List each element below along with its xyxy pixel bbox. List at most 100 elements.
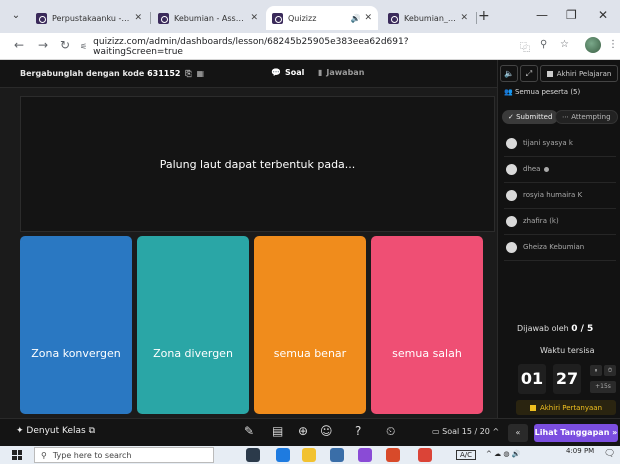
taskbar-search-input[interactable]: ⚲ Type here to search (34, 447, 214, 463)
edge-icon[interactable] (276, 448, 290, 462)
tab-title: Quizizz (288, 13, 317, 23)
join-prefix: Bergabunglah dengan kode (20, 69, 145, 78)
profile-avatar[interactable] (585, 37, 601, 53)
participant-name: Gheiza Kebumian (523, 243, 585, 251)
minimize-icon[interactable]: — (536, 8, 548, 22)
site-settings-icon[interactable]: ⚟ (80, 42, 87, 51)
whiteboard-icon[interactable]: ▤ (272, 424, 283, 438)
previous-question-button[interactable]: « (508, 424, 528, 442)
translate-icon[interactable]: ⿻ (520, 39, 530, 54)
browser-tab-strip: ⌄ Perpustakaanku - Quizizz ✕ Kebumian - … (0, 0, 620, 33)
participant-row: zhafira (k) (506, 214, 559, 228)
people-icon: 👥 (504, 88, 513, 96)
timer-seconds: 27 (553, 364, 581, 394)
search-placeholder: Type here to search (52, 450, 132, 460)
answered-value: 0 / 5 (571, 324, 594, 334)
input-language-indicator[interactable]: A/C (456, 450, 477, 460)
app-icon[interactable] (386, 448, 400, 462)
tab-soal-label: Soal (284, 68, 305, 77)
tab-jawaban-label: Jawaban (326, 68, 365, 77)
view-responses-button[interactable]: Lihat Tanggapan » (534, 424, 618, 442)
new-tab-plus-icon[interactable]: + (478, 8, 490, 24)
qr-code-icon[interactable]: ▦ (196, 69, 204, 78)
timer-tool-icon[interactable]: ⏲ (386, 424, 395, 439)
external-link-icon: ⧉ (88, 426, 96, 436)
add-time-button[interactable]: +15s (590, 381, 616, 393)
task-view-icon[interactable] (246, 448, 260, 462)
tab-quizizz-active[interactable]: Quizizz 🔊 ✕ (266, 6, 378, 30)
store-icon[interactable] (330, 448, 344, 462)
filter-attempting-label: Attempting (571, 113, 611, 121)
end-question-button[interactable]: Akhiri Pertanyaan (516, 400, 616, 415)
participant-name: rosyia humaira K (523, 191, 583, 199)
avatar (506, 137, 517, 149)
all-participants-label: 👥 Semua peserta (5) (504, 88, 580, 96)
class-pulse-label: Denyut Kelas (26, 426, 86, 436)
pause-timer-icon[interactable]: ⏸ (590, 365, 602, 376)
class-pulse-button[interactable]: ✦ Denyut Kelas ⧉ (16, 426, 95, 436)
close-icon[interactable]: ✕ (250, 13, 258, 23)
speaker-icon[interactable]: 🔊 (350, 14, 360, 23)
filter-submitted[interactable]: ✓ Submitted (502, 110, 559, 124)
tab-soal[interactable]: 💬 Soal (271, 68, 304, 77)
avatar (506, 189, 517, 201)
divider (504, 260, 616, 261)
join-code-label: Bergabunglah dengan kode 631152 ⎘ ▦ (20, 69, 204, 79)
tab-title: Kebumian_mineral dan (404, 13, 456, 23)
quizizz-favicon-icon (158, 12, 169, 24)
question-card: Palung laut dapat terbentuk pada... (20, 96, 495, 232)
forward-arrow-icon[interactable]: → (38, 38, 48, 52)
reactions-icon[interactable]: ☺ (320, 424, 333, 438)
answered-count: Dijawab oleh 0 / 5 (517, 324, 593, 334)
close-icon[interactable]: ✕ (460, 13, 468, 23)
kebab-menu-icon[interactable]: ⋮ (608, 39, 618, 50)
help-icon[interactable]: ? (355, 424, 361, 438)
answer-option-label: semua benar (273, 346, 347, 360)
bookmark-star-icon[interactable]: ☆ (560, 39, 569, 50)
taskbar-clock[interactable]: 4:09 PM (566, 447, 594, 455)
url-omnibox[interactable]: ⚟ quizizz.com/admin/dashboards/lesson/68… (80, 37, 490, 57)
tray-icons[interactable]: ^ ☁ ◍ 🔊 (486, 450, 520, 458)
address-bar: ← → ↻ ⚟ quizizz.com/admin/dashboards/les… (0, 33, 620, 60)
stop-square-icon (546, 70, 553, 77)
participant-row: dhea (506, 162, 550, 176)
timer-minutes: 01 (518, 364, 546, 394)
reload-icon[interactable]: ↻ (60, 38, 70, 52)
tab-jawaban[interactable]: ▮ Jawaban (318, 68, 364, 77)
zoom-icon[interactable]: ⚲ (540, 39, 547, 50)
copy-icon[interactable]: ⎘ (185, 69, 191, 78)
close-icon[interactable]: ✕ (364, 13, 372, 23)
tab-kebumian-assessment[interactable]: Kebumian - Assessment ✕ (152, 6, 264, 30)
divider (504, 208, 616, 209)
tab-search-chevron-icon[interactable]: ⌄ (8, 8, 24, 24)
restore-icon[interactable]: ❐ (566, 8, 577, 22)
chat-bubble-icon: 💬 (271, 68, 281, 77)
add-circle-icon[interactable]: ⊕ (298, 424, 308, 438)
mute-speaker-icon[interactable]: 🔈 (500, 65, 518, 82)
end-lesson-button[interactable]: Akhiri Pelajaran (540, 65, 618, 82)
back-arrow-icon[interactable]: ← (14, 38, 24, 52)
tab-perpustakaanku[interactable]: Perpustakaanku - Quizizz ✕ (30, 6, 148, 30)
notification-icon[interactable]: 🗨 (604, 449, 615, 459)
participant-row: Gheiza Kebumian (506, 240, 584, 254)
status-dot-icon (544, 166, 550, 172)
time-remaining-label: Waktu tersisa (540, 346, 595, 355)
filter-attempting[interactable]: ⋯ Attempting (555, 110, 618, 124)
tab-kebumian-mineral[interactable]: Kebumian_mineral dan ✕ (382, 6, 474, 30)
file-explorer-icon[interactable] (302, 448, 316, 462)
tab-title: Perpustakaanku - Quizizz (52, 13, 131, 23)
answer-option-label: semua salah (392, 346, 462, 360)
windows-start-icon[interactable] (12, 450, 22, 460)
window-close-icon[interactable]: ✕ (598, 8, 608, 22)
question-counter[interactable]: ▭ Soal 15 / 20 ^ (432, 427, 499, 436)
chrome-icon[interactable] (418, 448, 432, 462)
answer-option-1: Zona konvergen (20, 236, 132, 414)
question-text: Palung laut dapat terbentuk pada... (159, 157, 356, 171)
fullscreen-icon[interactable]: ⤢ (520, 65, 538, 82)
pen-tool-icon[interactable]: ✎ (244, 424, 254, 438)
close-icon[interactable]: ✕ (134, 13, 142, 23)
filter-submitted-label: Submitted (516, 113, 553, 121)
app-icon[interactable] (358, 448, 372, 462)
join-code: 631152 (147, 69, 181, 78)
reset-timer-icon[interactable]: ⏱ (604, 365, 616, 376)
